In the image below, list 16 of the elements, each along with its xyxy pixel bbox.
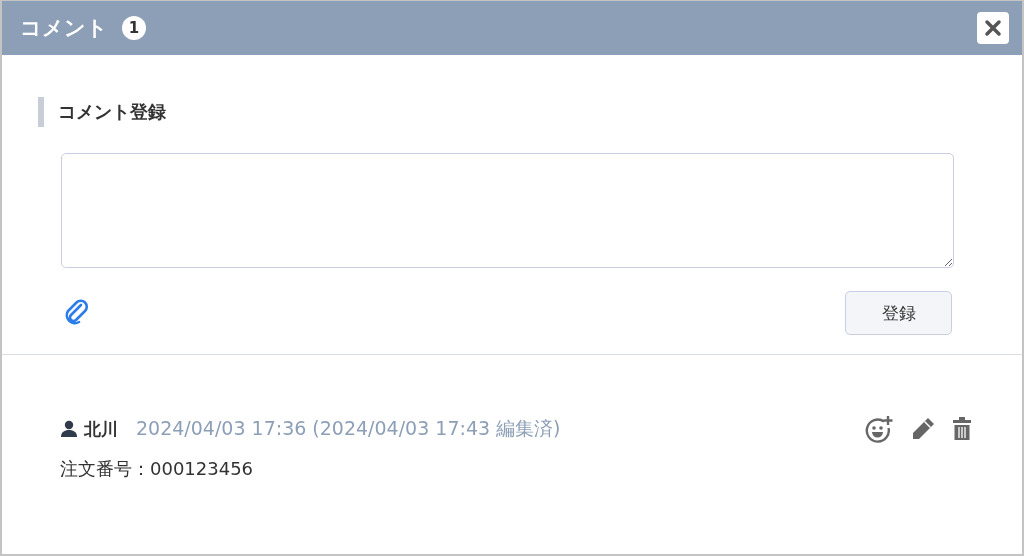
edit-icon[interactable] (910, 416, 936, 442)
add-reaction-icon[interactable] (864, 415, 894, 443)
comment-author: 北川 (84, 417, 118, 441)
section-marker (38, 97, 44, 127)
comment-input-field[interactable] (61, 153, 954, 268)
comment-text: 注文番号：000123456 (60, 457, 255, 481)
paperclip-icon[interactable] (64, 299, 90, 327)
user-icon (60, 420, 78, 438)
dialog-title: コメント (20, 15, 108, 42)
section-title: コメント登録 (58, 100, 166, 124)
comment-timestamp: 2024/04/03 17:36 (2024/04/03 17:43 編集済) (136, 416, 561, 441)
register-button[interactable]: 登録 (845, 291, 952, 335)
close-icon (984, 19, 1002, 37)
delete-icon[interactable] (952, 416, 972, 442)
count-badge: 1 (122, 16, 146, 40)
close-button[interactable] (977, 12, 1009, 44)
